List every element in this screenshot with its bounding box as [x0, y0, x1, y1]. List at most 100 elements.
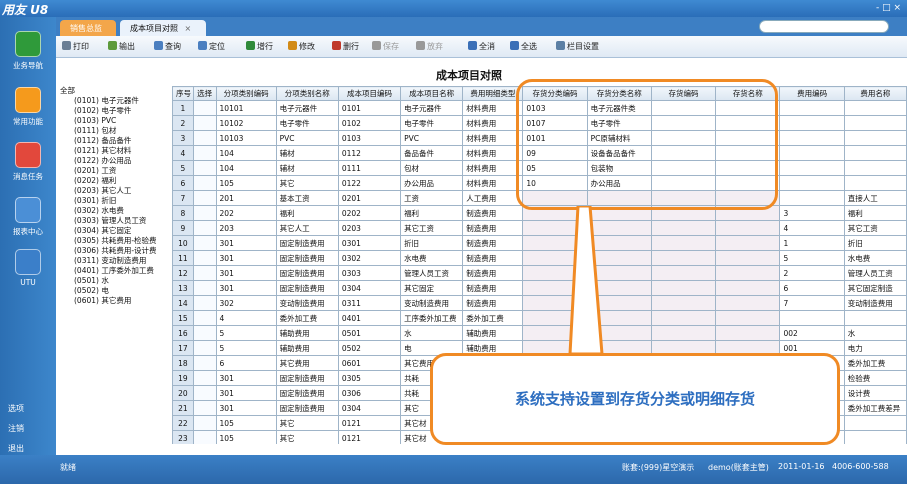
- table-cell[interactable]: [779, 190, 845, 206]
- table-cell[interactable]: 17: [172, 340, 194, 356]
- table-cell[interactable]: 11: [172, 250, 194, 266]
- column-header[interactable]: 序号: [172, 86, 194, 101]
- toolbar-button-10[interactable]: 全选: [510, 41, 537, 52]
- table-cell[interactable]: 002: [779, 325, 845, 341]
- table-cell[interactable]: 材料费用: [462, 130, 524, 146]
- toolbar-button-9[interactable]: 全消: [468, 41, 495, 52]
- tree-node[interactable]: (0303) 管理人员工资: [60, 216, 168, 226]
- table-cell[interactable]: [192, 175, 217, 191]
- table-cell[interactable]: 6: [172, 175, 194, 191]
- table-cell[interactable]: 8: [172, 205, 194, 221]
- table-cell[interactable]: 水电费: [843, 250, 907, 266]
- column-header[interactable]: 费用名称: [843, 86, 907, 101]
- table-cell[interactable]: 固定制造费用: [275, 250, 339, 266]
- table-cell[interactable]: 人工费用: [462, 190, 524, 206]
- table-cell[interactable]: 10102: [215, 115, 277, 131]
- table-cell[interactable]: 其它人工: [275, 220, 339, 236]
- table-cell[interactable]: [843, 310, 907, 326]
- table-cell[interactable]: 4: [172, 145, 194, 161]
- table-cell[interactable]: [715, 325, 781, 341]
- table-cell[interactable]: 0203: [337, 220, 402, 236]
- sidebar-item-0[interactable]: 业务导航: [4, 31, 52, 71]
- table-cell[interactable]: [192, 340, 217, 356]
- table-cell[interactable]: [779, 310, 845, 326]
- column-header[interactable]: 成本项目名称: [400, 86, 464, 101]
- table-cell[interactable]: 301: [215, 265, 277, 281]
- table-cell[interactable]: 5: [215, 340, 277, 356]
- table-cell[interactable]: 0122: [337, 175, 402, 191]
- column-header[interactable]: 成本项目编码: [337, 86, 402, 101]
- table-cell[interactable]: 办公用品: [400, 175, 464, 191]
- table-cell[interactable]: [192, 130, 217, 146]
- table-cell[interactable]: 辅助费用: [462, 325, 524, 341]
- table-row[interactable]: 11 301 固定制造费用 0302 水电费 制造费用 5 水电费: [172, 250, 907, 266]
- table-cell[interactable]: 0111: [337, 160, 402, 176]
- table-cell[interactable]: 0304: [337, 280, 402, 296]
- table-cell[interactable]: [192, 325, 217, 341]
- table-cell[interactable]: 0112: [337, 145, 402, 161]
- table-cell[interactable]: 201: [215, 190, 277, 206]
- table-row[interactable]: 15 4 委外加工费 0401 工序委外加工费 委外加工费: [172, 310, 907, 326]
- table-cell[interactable]: 制造费用: [462, 235, 524, 251]
- table-cell[interactable]: [650, 220, 717, 236]
- table-cell[interactable]: [192, 415, 217, 431]
- toolbar-button-6[interactable]: 删行: [332, 41, 359, 52]
- table-cell[interactable]: [843, 415, 907, 431]
- tree-node[interactable]: (0202) 福利: [60, 176, 168, 186]
- table-cell[interactable]: 16: [172, 325, 194, 341]
- table-cell[interactable]: [715, 265, 781, 281]
- table-cell[interactable]: 7: [779, 295, 845, 311]
- column-header[interactable]: 费用明细类型: [462, 86, 524, 101]
- table-cell[interactable]: 5: [779, 250, 845, 266]
- table-cell[interactable]: 9: [172, 220, 194, 236]
- table-cell[interactable]: 1: [779, 235, 845, 251]
- table-cell[interactable]: 1: [172, 100, 194, 116]
- tree-node[interactable]: (0103) PVC: [60, 116, 168, 126]
- column-header[interactable]: 选择: [192, 86, 217, 101]
- table-cell[interactable]: 20: [172, 385, 194, 401]
- table-cell[interactable]: 0202: [337, 205, 402, 221]
- table-cell[interactable]: 委外加工费差异: [843, 400, 907, 416]
- table-cell[interactable]: 105: [215, 430, 277, 444]
- table-cell[interactable]: 18: [172, 355, 194, 371]
- table-cell[interactable]: 水: [843, 325, 907, 341]
- tree-node[interactable]: (0306) 共耗费用-设计费: [60, 246, 168, 256]
- table-cell[interactable]: 其它固定制造: [843, 280, 907, 296]
- tree-node[interactable]: (0122) 办公用品: [60, 156, 168, 166]
- table-cell[interactable]: 折旧: [843, 235, 907, 251]
- table-cell[interactable]: 10: [172, 235, 194, 251]
- table-cell[interactable]: 其它: [275, 430, 339, 444]
- table-cell[interactable]: 固定制造费用: [275, 385, 339, 401]
- window-controls[interactable]: - □ ×: [876, 3, 901, 13]
- tree-node[interactable]: (0102) 电子零件: [60, 106, 168, 116]
- tree-node[interactable]: (0101) 电子元器件: [60, 96, 168, 106]
- table-cell[interactable]: 辅助费用: [275, 340, 339, 356]
- table-row[interactable]: 13 301 固定制造费用 0304 其它固定 制造费用 6 其它固定制造: [172, 280, 907, 296]
- table-cell[interactable]: [715, 220, 781, 236]
- search-input[interactable]: [759, 20, 889, 33]
- tree-node[interactable]: 全部: [60, 86, 168, 96]
- table-cell[interactable]: [650, 235, 717, 251]
- table-cell[interactable]: 0306: [337, 385, 402, 401]
- table-cell[interactable]: 13: [172, 280, 194, 296]
- table-cell[interactable]: 工序委外加工费: [400, 310, 464, 326]
- exit-icon[interactable]: 退出: [8, 443, 24, 454]
- tree-node[interactable]: (0311) 变动制造费用: [60, 256, 168, 266]
- table-cell[interactable]: [192, 400, 217, 416]
- table-cell[interactable]: 19: [172, 370, 194, 386]
- table-cell[interactable]: [192, 205, 217, 221]
- table-cell[interactable]: [779, 115, 845, 131]
- table-cell[interactable]: [779, 160, 845, 176]
- tab-sales-director[interactable]: 销售总监: [60, 20, 116, 36]
- toolbar-button-0[interactable]: 打印: [62, 41, 89, 52]
- table-cell[interactable]: 104: [215, 160, 277, 176]
- tree-node[interactable]: (0304) 其它固定: [60, 226, 168, 236]
- table-cell[interactable]: 制造费用: [462, 280, 524, 296]
- table-cell[interactable]: 固定制造费用: [275, 400, 339, 416]
- table-row[interactable]: 9 203 其它人工 0203 其它工资 制造费用 4 其它工资: [172, 220, 907, 236]
- close-tab-icon[interactable]: ×: [185, 24, 192, 33]
- table-cell[interactable]: 管理人员工资: [400, 265, 464, 281]
- table-cell[interactable]: 0601: [337, 355, 402, 371]
- table-cell[interactable]: [843, 160, 907, 176]
- table-cell[interactable]: 福利: [843, 205, 907, 221]
